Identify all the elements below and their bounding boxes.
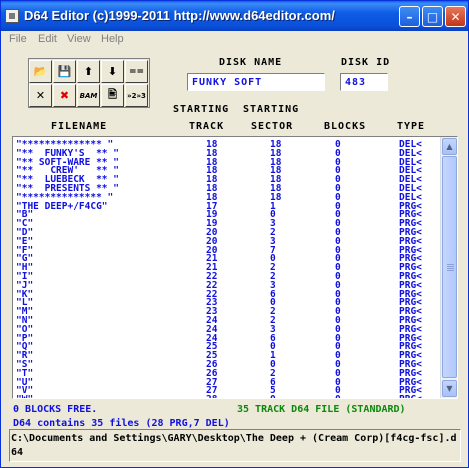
vertical-scrollbar[interactable]: ▲ ▼ [440, 137, 457, 398]
starting-sector-header: STARTING [243, 104, 300, 115]
window-title: D64 Editor (c)1999-2011 http://www.d64ed… [24, 8, 335, 23]
file-name: "W" [16, 395, 33, 398]
sector-header: SECTOR [251, 121, 294, 132]
file-list[interactable]: "************** " 18 18 0 DEL< "** FUNKY'S **… [12, 136, 458, 399]
scroll-up-icon[interactable]: ▲ [442, 138, 457, 155]
starting-track-header: STARTING [173, 104, 230, 115]
document-icon[interactable]: 🖹 [101, 84, 124, 107]
delete-x-icon[interactable]: ✖ [53, 84, 76, 107]
disk-id-label: DISK ID [341, 57, 391, 68]
file-row[interactable]: "S" 26 0 0 PRG< [16, 360, 438, 370]
minimize-button[interactable]: – [399, 6, 420, 27]
app-icon [5, 9, 19, 23]
d64-editor-window: D64 Editor (c)1999-2011 http://www.d64ed… [0, 0, 469, 468]
close-button[interactable]: ✕ [445, 6, 466, 27]
format-text: 35 TRACK D64 FILE (STANDARD) [237, 404, 406, 415]
blocks-free-text: 0 BLOCKS FREE. [13, 404, 98, 415]
file-row[interactable]: "I" 22 2 0 PRG< [16, 272, 438, 282]
open-folder-icon[interactable]: 📂 [29, 60, 52, 83]
file-track: 28 [206, 395, 217, 398]
file-row[interactable]: "L" 23 0 0 PRG< [16, 298, 438, 308]
file-row[interactable]: "B" 19 0 0 PRG< [16, 210, 438, 220]
file-type: PRG< [399, 395, 422, 398]
summary-text: D64 contains 35 files (28 PRG,7 DEL) [13, 418, 230, 429]
file-row[interactable]: "V" 27 5 0 PRG< [16, 386, 438, 396]
blocks-header: BLOCKS [324, 121, 367, 132]
disk-name-label: DISK NAME [219, 57, 283, 68]
file-row[interactable]: "G" 21 0 0 PRG< [16, 254, 438, 264]
file-rows: "************** " 18 18 0 DEL< "** FUNKY'S **… [16, 140, 438, 398]
file-row[interactable]: "C" 19 3 0 PRG< [16, 219, 438, 229]
bam-icon[interactable]: BAM [77, 84, 100, 107]
title-bar[interactable]: D64 Editor (c)1999-2011 http://www.d64ed… [1, 1, 468, 31]
file-row[interactable]: "J" 22 3 0 PRG< [16, 281, 438, 291]
file-row[interactable]: "U" 27 6 0 PRG< [16, 377, 438, 387]
file-row[interactable]: "W" 28 0 0 PRG< [16, 395, 438, 398]
file-row[interactable]: "D" 20 2 0 PRG< [16, 228, 438, 238]
convert-icon[interactable]: »2»3 [125, 84, 148, 107]
file-row[interactable]: "THE DEEP+/F4CG" 17 1 0 PRG< [16, 201, 438, 211]
maximize-button[interactable]: □ [422, 6, 443, 27]
file-path-text: C:\Documents and Settings\GARY\Desktop\T… [11, 433, 457, 458]
file-row[interactable]: "M" 23 2 0 PRG< [16, 307, 438, 317]
menu-file[interactable]: File [9, 33, 27, 45]
filename-header: FILENAME [51, 121, 108, 132]
file-row[interactable]: "H" 21 2 0 PRG< [16, 263, 438, 273]
menu-help[interactable]: Help [101, 33, 124, 45]
arrow-down-icon[interactable]: ⬇ [101, 60, 124, 83]
equals-icon[interactable]: == [125, 60, 148, 83]
save-disk-icon[interactable]: 💾 [53, 60, 76, 83]
type-header: TYPE [397, 121, 426, 132]
track-header: TRACK [189, 121, 225, 132]
toolbar-panel: 📂 💾 ⬆ ⬇ == ✕ ✖ BAM 🖹 »2»3 [28, 58, 150, 108]
arrow-up-icon[interactable]: ⬆ [77, 60, 100, 83]
file-row[interactable]: "P" 24 6 0 PRG< [16, 333, 438, 343]
close-x-icon[interactable]: ✕ [29, 84, 52, 107]
file-row[interactable]: "O" 24 3 0 PRG< [16, 324, 438, 334]
disk-name-field[interactable]: FUNKY SOFT [187, 73, 325, 91]
file-row[interactable]: "T" 26 2 0 PRG< [16, 368, 438, 378]
file-row[interactable]: "R" 25 1 0 PRG< [16, 351, 438, 361]
file-row[interactable]: "E" 20 3 0 PRG< [16, 237, 438, 247]
scroll-thumb[interactable] [442, 156, 457, 378]
file-row[interactable]: "F" 20 7 0 PRG< [16, 245, 438, 255]
menu-view[interactable]: View [67, 33, 91, 45]
file-row[interactable]: "N" 24 2 0 PRG< [16, 316, 438, 326]
path-box: C:\Documents and Settings\GARY\Desktop\T… [9, 429, 461, 462]
scroll-down-icon[interactable]: ▼ [442, 380, 457, 397]
menu-bar: File Edit View Help [1, 31, 468, 49]
file-blocks: 0 [335, 395, 341, 398]
disk-id-field[interactable]: 483 [340, 73, 388, 91]
file-row[interactable]: "K" 22 6 0 PRG< [16, 289, 438, 299]
file-sector: 0 [270, 395, 276, 398]
file-row[interactable]: "Q" 25 0 0 PRG< [16, 342, 438, 352]
menu-edit[interactable]: Edit [38, 33, 57, 45]
